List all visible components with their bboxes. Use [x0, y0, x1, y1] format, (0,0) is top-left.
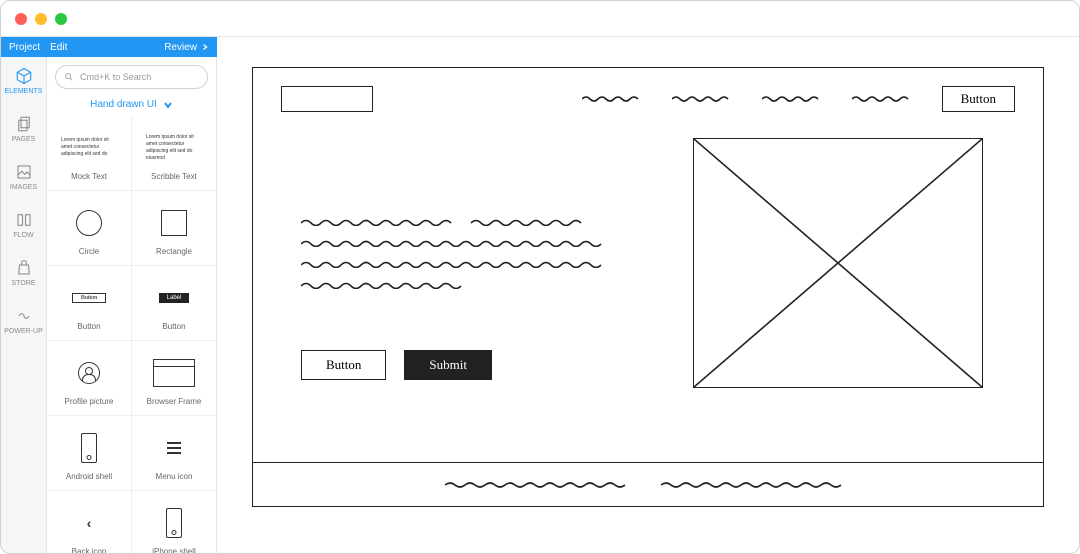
- bag-icon: [15, 259, 33, 277]
- top-menu-bar: Project Edit Review: [1, 37, 217, 57]
- icon-rail: ELEMENTS PAGES IMAGES FLOW: [1, 57, 47, 553]
- squiggle-footer-1[interactable]: [445, 481, 635, 489]
- squiggle-nav-3[interactable]: [762, 95, 822, 103]
- search-icon: [64, 72, 74, 82]
- element-back-icon[interactable]: ‹ Back icon: [47, 491, 132, 553]
- element-profile-picture[interactable]: Profile picture: [47, 341, 132, 415]
- cube-icon: [15, 67, 33, 85]
- mockup-browser-frame[interactable]: Button Button Submit: [252, 67, 1044, 507]
- mockup-nav: [582, 95, 912, 103]
- squiggle-nav-4[interactable]: [852, 95, 912, 103]
- element-rectangle[interactable]: Rectangle: [132, 191, 216, 265]
- category-dropdown[interactable]: Hand drawn UI: [47, 93, 216, 116]
- chevron-right-icon: [201, 43, 209, 51]
- maximize-icon[interactable]: [55, 13, 67, 25]
- chevron-down-icon: [163, 100, 173, 110]
- rail-powerup[interactable]: POWER-UP: [1, 297, 46, 345]
- rail-flow[interactable]: FLOW: [1, 201, 46, 249]
- element-scribble-text[interactable]: Lorem ipsum dolor sit amet consectetur a…: [132, 116, 216, 190]
- flow-icon: [15, 211, 33, 229]
- menu-review[interactable]: Review: [164, 42, 209, 53]
- elements-panel: Cmd+K to Search Hand drawn UI Lorem ipsu…: [47, 57, 217, 553]
- element-circle[interactable]: Circle: [47, 191, 132, 265]
- element-menu-icon[interactable]: Menu icon: [132, 416, 216, 490]
- menu-project[interactable]: Project: [9, 42, 40, 53]
- mockup-hero-text[interactable]: [301, 218, 621, 302]
- mockup-header-button[interactable]: Button: [942, 86, 1015, 112]
- mockup-logo-placeholder[interactable]: [281, 86, 373, 112]
- window-titlebar: [1, 1, 1079, 37]
- squiggle-footer-2[interactable]: [661, 481, 851, 489]
- rail-store[interactable]: STORE: [1, 249, 46, 297]
- infinity-icon: [15, 307, 33, 325]
- rail-elements[interactable]: ELEMENTS: [1, 57, 46, 105]
- element-android-shell[interactable]: Android shell: [47, 416, 132, 490]
- canvas[interactable]: Button Button Submit: [217, 37, 1079, 553]
- mockup-submit-button[interactable]: Submit: [404, 350, 492, 380]
- close-icon[interactable]: [15, 13, 27, 25]
- squiggle-nav-1[interactable]: [582, 95, 642, 103]
- mockup-button-primary[interactable]: Button: [301, 350, 386, 380]
- menu-edit[interactable]: Edit: [50, 42, 67, 53]
- element-browser-frame[interactable]: Browser Frame: [132, 341, 216, 415]
- mockup-footer: [253, 462, 1043, 506]
- minimize-icon[interactable]: [35, 13, 47, 25]
- element-mock-text[interactable]: Lorem ipsum dolor sit amet consectetur a…: [47, 116, 132, 190]
- mockup-image-placeholder[interactable]: [693, 138, 983, 388]
- element-iphone-shell[interactable]: iPhone shell: [132, 491, 216, 553]
- rail-images[interactable]: IMAGES: [1, 153, 46, 201]
- squiggle-nav-2[interactable]: [672, 95, 732, 103]
- x-icon: [694, 139, 982, 387]
- rail-pages[interactable]: PAGES: [1, 105, 46, 153]
- pages-icon: [15, 115, 33, 133]
- image-icon: [15, 163, 33, 181]
- search-input[interactable]: Cmd+K to Search: [55, 65, 208, 89]
- element-button-outline[interactable]: Button Button: [47, 266, 132, 340]
- chevron-left-icon: ‹: [87, 515, 92, 531]
- element-button-solid[interactable]: Label Button: [132, 266, 216, 340]
